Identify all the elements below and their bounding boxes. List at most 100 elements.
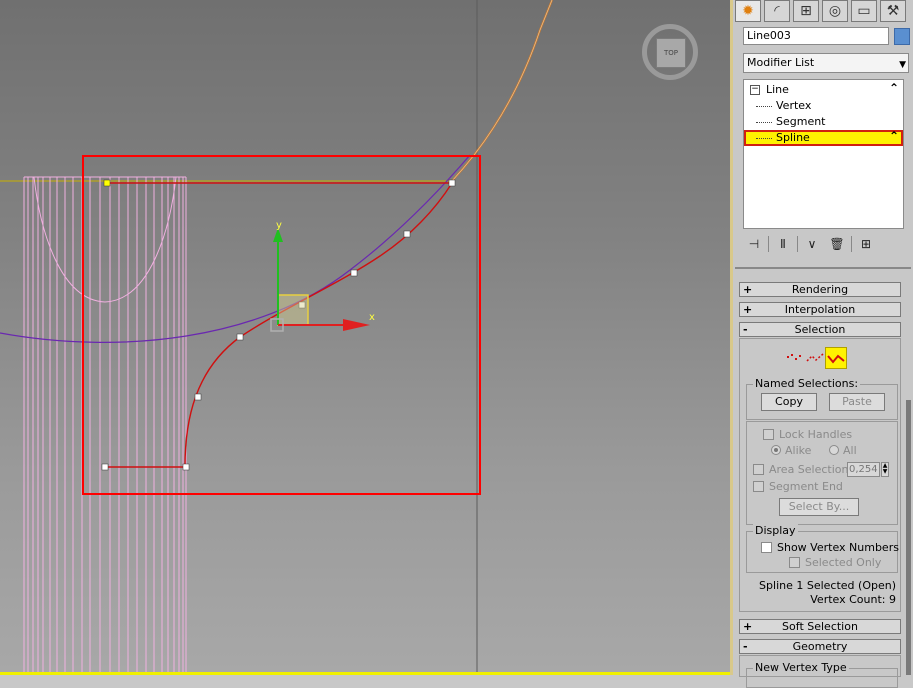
group-title: Named Selections: — [753, 377, 861, 390]
copy-button[interactable]: Copy — [761, 393, 817, 411]
tree-connector — [756, 106, 772, 107]
select-by-button[interactable]: Select By... — [779, 498, 859, 516]
motion-tab[interactable]: ◎ — [822, 0, 848, 22]
collapse-icon[interactable]: − — [750, 85, 760, 95]
area-selection-checkbox[interactable] — [753, 464, 764, 475]
rollout-title: Interpolation — [784, 303, 856, 316]
first-vertex — [103, 179, 111, 187]
create-tab-icon: ✹ — [742, 3, 754, 19]
configure-sets-icon[interactable]: ⊞ — [855, 235, 877, 253]
vertex-count-line: Vertex Count: 9 — [810, 593, 896, 606]
tree-connector — [756, 138, 772, 139]
lock-handles-checkbox[interactable] — [763, 429, 774, 440]
stack-item-segment[interactable]: Segment — [744, 114, 903, 130]
hierarchy-tab-icon: ⊞ — [800, 3, 812, 19]
collapse-icon: - — [743, 640, 748, 653]
rollouts: + Rendering + Interpolation - Selection — [739, 280, 904, 688]
rendering-rollout-header[interactable]: + Rendering — [739, 282, 901, 297]
top-viewport[interactable]: y x TOP — [0, 0, 730, 675]
tree-connector — [756, 122, 772, 123]
stack-item-line[interactable]: − Line ⌃ — [744, 81, 903, 98]
vertex-options-group: Lock Handles Alike All Area Selection: 0… — [746, 421, 898, 525]
area-selection-input[interactable]: 0,254 — [847, 462, 880, 477]
paste-button[interactable]: Paste — [829, 393, 885, 411]
divider — [797, 236, 798, 252]
vertex — [182, 463, 190, 471]
stack-item-vertex[interactable]: Vertex — [744, 98, 903, 114]
show-end-result-icon[interactable]: Ⅱ — [772, 235, 794, 253]
modify-tab-icon: ◜ — [774, 3, 780, 19]
utilities-tab-icon: ⚒ — [886, 3, 900, 19]
expand-icon: + — [743, 283, 753, 296]
rollout-title: Selection — [794, 323, 846, 336]
modifier-stack[interactable]: − Line ⌃ Vertex Segment Spline ⌃ — [743, 79, 904, 229]
stack-item-spline[interactable]: Spline ⌃ — [744, 129, 903, 146]
area-selection-label: Area Selection: — [769, 463, 853, 476]
selected-only-checkbox[interactable] — [789, 557, 800, 568]
vertex — [448, 179, 456, 187]
viewcube-top-face[interactable]: TOP — [656, 38, 686, 68]
rollout-title: Geometry — [792, 640, 848, 653]
display-tab[interactable]: ▭ — [851, 0, 877, 22]
panel-scrollbar[interactable] — [905, 280, 913, 675]
lathe-mesh — [23, 176, 187, 675]
vertex-level-icon[interactable] — [784, 347, 806, 369]
modifier-list-dropdown[interactable]: Modifier List ▼ — [743, 53, 909, 73]
geometry-rollout-body: New Vertex Type — [739, 655, 901, 688]
gizmo-x-label: x — [369, 312, 375, 323]
viewport-canvas[interactable]: y x — [0, 0, 730, 675]
spline-level-icon[interactable] — [825, 347, 847, 369]
expand-icon: + — [743, 620, 753, 633]
new-vertex-type-group: New Vertex Type — [746, 661, 898, 688]
hierarchy-tab[interactable]: ⊞ — [793, 0, 819, 22]
show-vertex-numbers-checkbox[interactable] — [761, 542, 772, 553]
segment-end-checkbox[interactable] — [753, 481, 764, 492]
all-label: All — [843, 444, 857, 457]
named-selections-group: Named Selections: Copy Paste — [746, 377, 898, 420]
command-panel: ✹ ◜ ⊞ ◎ ▭ ⚒ Line003 Modifier List ▼ − Li… — [730, 0, 913, 688]
expand-icon: + — [743, 303, 753, 316]
show-vertex-numbers-label: Show Vertex Numbers — [777, 541, 899, 554]
geometry-rollout-header[interactable]: - Geometry — [739, 639, 901, 654]
selection-rollout-header[interactable]: - Selection — [739, 322, 901, 337]
selection-rollout-body: Named Selections: Copy Paste Lock Handle… — [739, 338, 901, 612]
gizmo-y-label: y — [276, 220, 282, 231]
segment-end-label: Segment End — [769, 480, 843, 493]
object-color-swatch[interactable] — [894, 28, 910, 45]
create-tab[interactable]: ✹ — [735, 0, 761, 22]
pin-stack-icon[interactable]: ⊣ — [743, 235, 765, 253]
divider — [768, 236, 769, 252]
vertex — [403, 230, 411, 238]
object-name-field[interactable]: Line003 — [743, 27, 889, 45]
make-unique-icon[interactable]: ∨ — [801, 235, 823, 253]
divider — [851, 236, 852, 252]
vertex — [236, 333, 244, 341]
scrollbar-thumb[interactable] — [906, 400, 911, 675]
viewcube[interactable]: TOP — [640, 18, 706, 84]
vertex — [194, 393, 202, 401]
stack-item-label: Line — [766, 83, 789, 96]
soft-selection-rollout-header[interactable]: + Soft Selection — [739, 619, 901, 634]
stack-item-label: Spline — [776, 131, 810, 144]
rollout-title: Soft Selection — [782, 620, 858, 633]
modify-tab[interactable]: ◜ — [764, 0, 790, 22]
utilities-tab[interactable]: ⚒ — [880, 0, 906, 22]
selected-only-label: Selected Only — [805, 556, 882, 569]
all-radio[interactable] — [829, 445, 839, 455]
remove-modifier-icon[interactable]: 🗑 — [826, 235, 848, 253]
stack-item-label: Vertex — [776, 99, 812, 112]
rollout-title: Rendering — [791, 283, 849, 296]
display-group: Display Show Vertex Numbers Selected Onl… — [746, 524, 899, 573]
caret-up-icon: ⌃ — [888, 81, 899, 95]
area-selection-spinner[interactable]: ▲ ▼ — [881, 462, 889, 477]
chevron-down-icon: ▼ — [899, 60, 906, 70]
move-gizmo[interactable]: y x — [270, 220, 375, 332]
alike-radio[interactable] — [771, 445, 781, 455]
command-panel-tabs: ✹ ◜ ⊞ ◎ ▭ ⚒ — [735, 0, 909, 22]
stack-item-label: Segment — [776, 115, 826, 128]
interpolation-rollout-header[interactable]: + Interpolation — [739, 302, 901, 317]
caret-up-icon: ⌃ — [888, 129, 899, 143]
selection-status-line: Spline 1 Selected (Open) — [759, 579, 896, 592]
stack-toolbar: ⊣ Ⅱ ∨ 🗑 ⊞ — [743, 234, 909, 254]
segment-level-icon[interactable] — [804, 347, 826, 369]
